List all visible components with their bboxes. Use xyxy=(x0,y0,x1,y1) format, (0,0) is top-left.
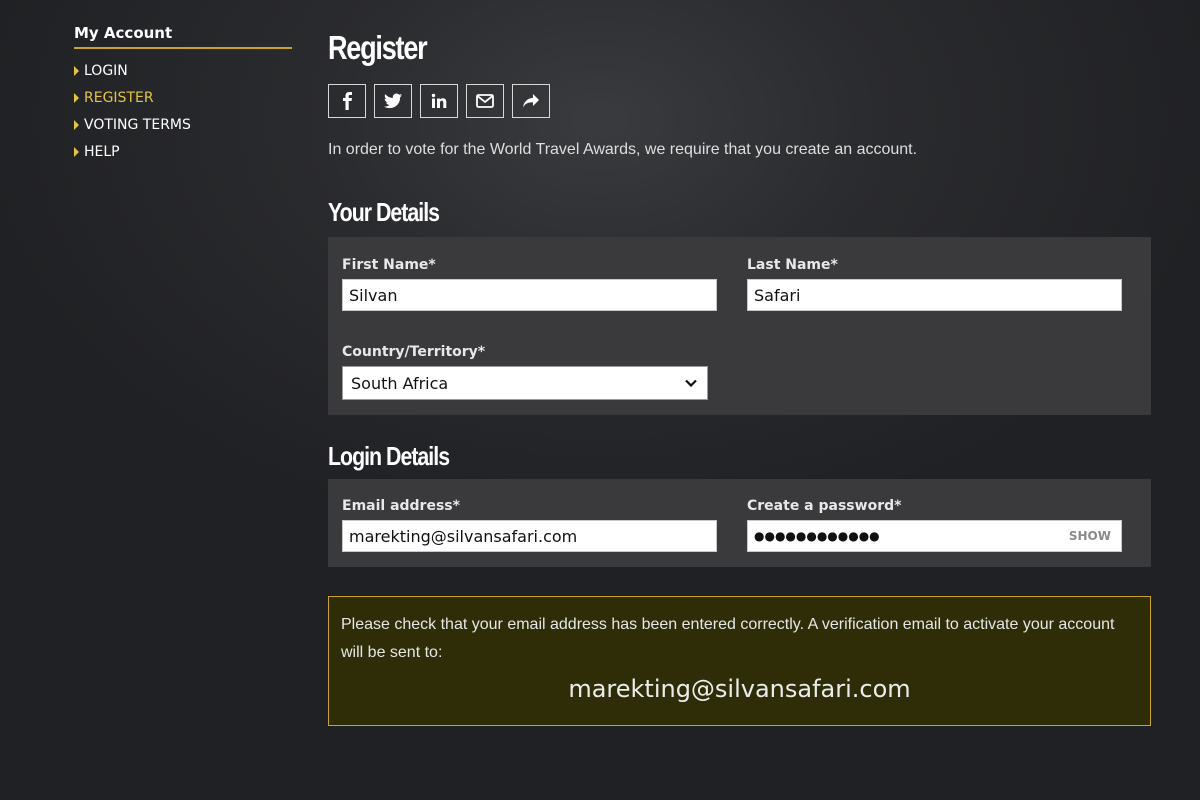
notice-email: marekting@silvansafari.com xyxy=(568,675,911,703)
password-label: Create a password* xyxy=(747,498,902,514)
sidebar-item-register[interactable]: REGISTER xyxy=(74,84,292,111)
sidebar-item-label: HELP xyxy=(84,143,120,160)
last-name-field: Last Name* xyxy=(747,255,1122,311)
login-details-panel: Email address* Create a password* ●●●●●●… xyxy=(328,479,1151,567)
share-toolbar xyxy=(328,84,1151,118)
email-share-button[interactable] xyxy=(466,84,504,118)
sidebar-item-label: VOTING TERMS xyxy=(84,116,191,133)
country-selected-value: South Africa xyxy=(351,373,449,393)
notice-message: Please check that your email address has… xyxy=(341,616,1115,661)
first-name-input[interactable] xyxy=(342,279,717,311)
sidebar-item-label: LOGIN xyxy=(84,62,128,79)
password-field: Create a password* ●●●●●●●●●●●● SHOW xyxy=(747,496,1122,552)
intro-text: In order to vote for the World Travel Aw… xyxy=(328,141,918,158)
caret-right-icon xyxy=(74,119,79,130)
chevron-down-icon xyxy=(685,379,697,387)
last-name-input[interactable] xyxy=(747,279,1122,311)
sidebar-item-voting-terms[interactable]: VOTING TERMS xyxy=(74,111,292,138)
your-details-heading: Your Details xyxy=(328,197,440,227)
login-details-heading: Login Details xyxy=(328,441,450,471)
first-name-label: First Name* xyxy=(342,257,436,273)
your-details-panel: First Name* Last Name* Country/Territory… xyxy=(328,237,1151,415)
register-main: Register In order to vote for the World … xyxy=(328,26,1151,726)
last-name-label: Last Name* xyxy=(747,257,838,273)
linkedin-share-button[interactable] xyxy=(420,84,458,118)
email-input[interactable] xyxy=(342,520,717,552)
email-verification-notice: Please check that your email address has… xyxy=(328,596,1151,726)
account-sidebar: My Account LOGIN REGISTER VOTING TERMS H… xyxy=(74,24,292,165)
show-password-toggle[interactable]: SHOW xyxy=(1069,529,1111,543)
linkedin-icon xyxy=(431,93,447,108)
caret-right-icon xyxy=(74,65,79,76)
country-field: Country/Territory* South Africa xyxy=(342,342,708,400)
sidebar-item-label: REGISTER xyxy=(84,89,154,106)
email-field: Email address* xyxy=(342,496,717,552)
country-label: Country/Territory* xyxy=(342,344,486,360)
password-input[interactable]: ●●●●●●●●●●●● SHOW xyxy=(747,520,1122,552)
twitter-share-button[interactable] xyxy=(374,84,412,118)
facebook-share-button[interactable] xyxy=(328,84,366,118)
sidebar-item-login[interactable]: LOGIN xyxy=(74,57,292,84)
first-name-field: First Name* xyxy=(342,255,717,311)
caret-right-icon xyxy=(74,92,79,103)
sidebar-item-help[interactable]: HELP xyxy=(74,138,292,165)
country-select[interactable]: South Africa xyxy=(342,366,708,400)
page-title: Register xyxy=(328,29,428,66)
email-icon xyxy=(476,94,494,108)
sidebar-heading: My Account xyxy=(74,24,292,49)
password-masked-value: ●●●●●●●●●●●● xyxy=(754,529,880,543)
email-label: Email address* xyxy=(342,498,460,514)
caret-right-icon xyxy=(74,146,79,157)
twitter-icon xyxy=(384,93,402,109)
facebook-icon xyxy=(343,92,352,110)
share-icon xyxy=(523,94,539,108)
share-button[interactable] xyxy=(512,84,550,118)
